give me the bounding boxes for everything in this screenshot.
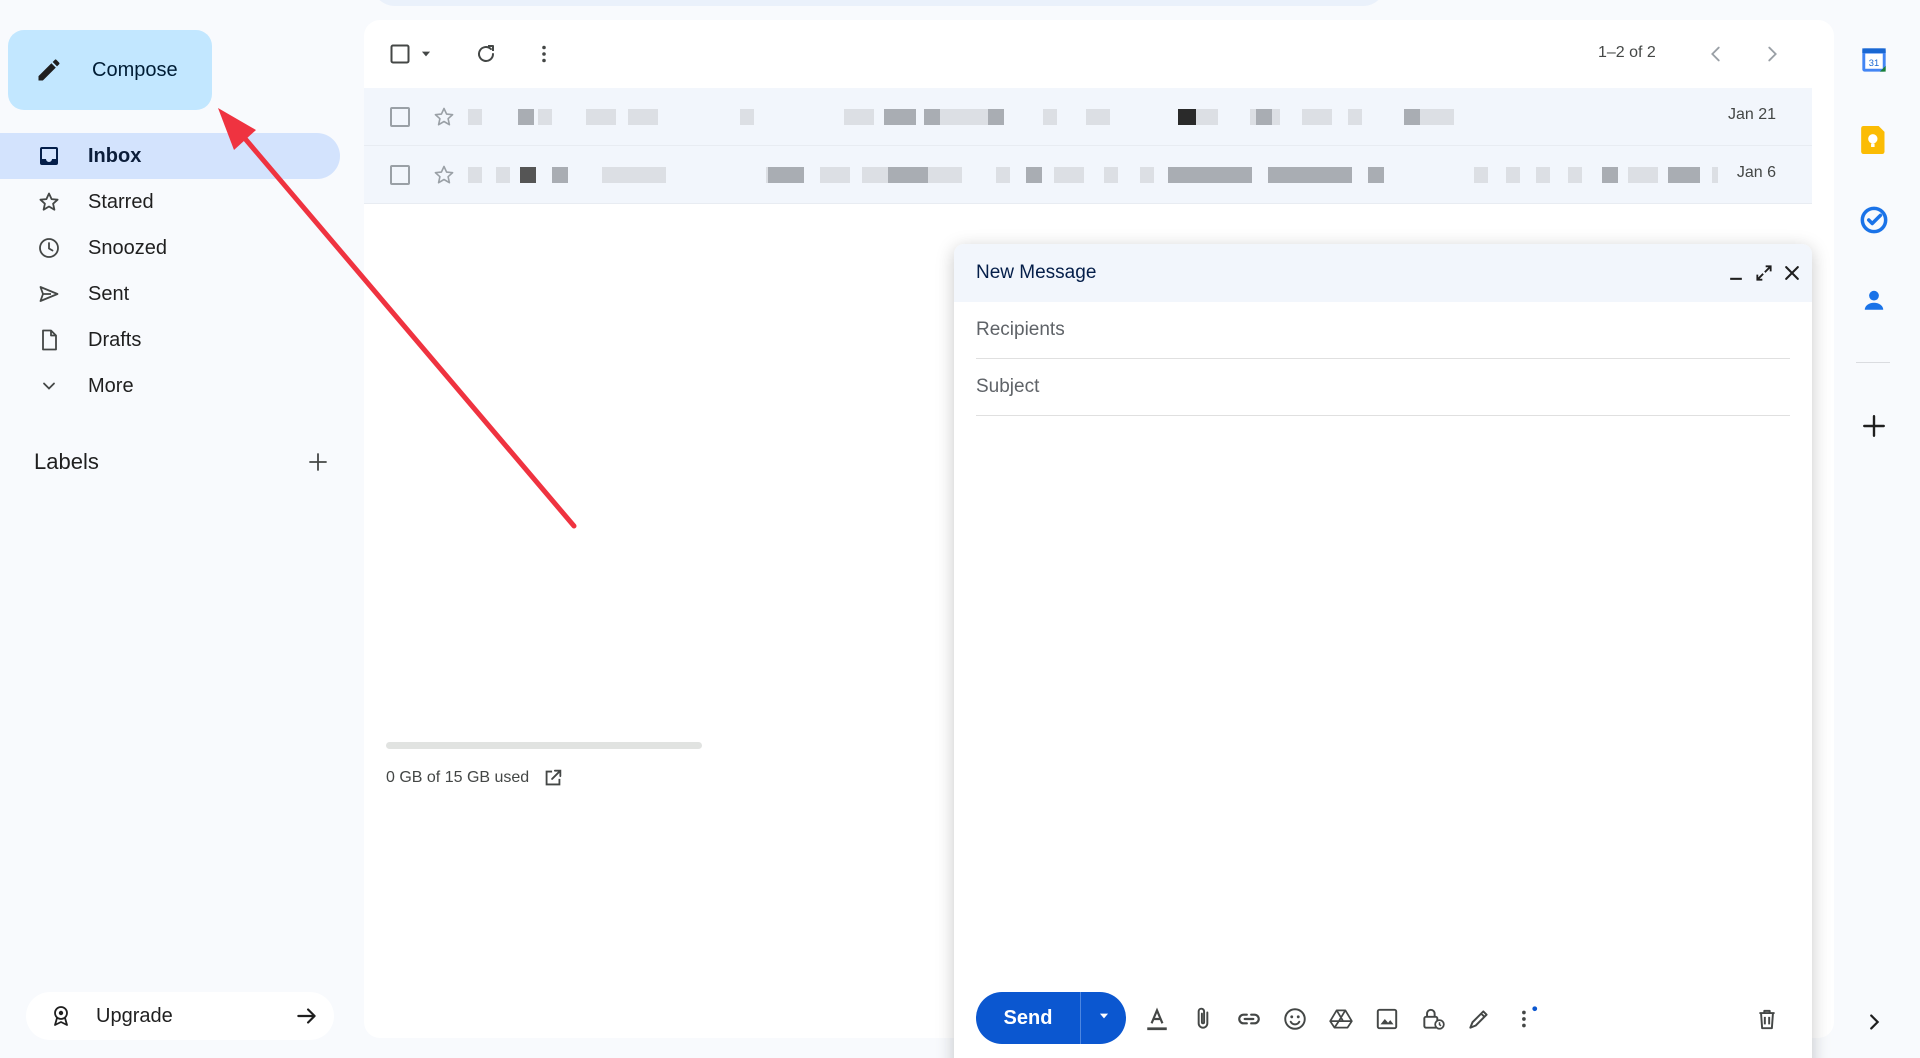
more-options-icon[interactable] xyxy=(1510,1004,1540,1034)
compose-label: Compose xyxy=(92,58,178,81)
storage-bar xyxy=(386,742,702,749)
subject-row xyxy=(976,359,1790,416)
arrow-right-icon xyxy=(294,1003,320,1029)
labels-title: Labels xyxy=(34,449,99,474)
send-icon xyxy=(36,281,62,307)
labels-header: Labels xyxy=(34,446,334,478)
more-vert-icon[interactable] xyxy=(530,40,558,68)
send-options-button[interactable] xyxy=(1080,992,1126,1044)
text-format-icon[interactable] xyxy=(1142,1004,1172,1034)
refresh-icon[interactable] xyxy=(472,40,500,68)
row-checkbox[interactable] xyxy=(390,165,410,185)
chevron-left-icon[interactable] xyxy=(1702,40,1730,68)
trash-icon[interactable] xyxy=(1752,1004,1782,1034)
compose-window: New Message Send xyxy=(954,244,1812,1058)
sidebar-item-drafts[interactable]: Drafts xyxy=(0,317,340,363)
rail-divider xyxy=(1856,362,1890,363)
search-bar[interactable] xyxy=(372,0,1386,6)
storage-text: 0 GB of 15 GB used xyxy=(386,769,530,786)
expand-icon[interactable] xyxy=(1752,261,1776,285)
pencil-icon xyxy=(34,55,64,85)
sidebar-item-more[interactable]: More xyxy=(0,363,340,409)
storage-usage: 0 GB of 15 GB used xyxy=(386,742,702,790)
recipients-row xyxy=(976,302,1790,359)
photo-icon[interactable] xyxy=(1372,1004,1402,1034)
sidebar-item-label: Drafts xyxy=(88,328,142,351)
redacted-content xyxy=(468,109,1454,125)
mail-row[interactable]: Jan 6 xyxy=(364,146,1812,204)
star-icon[interactable] xyxy=(430,161,458,189)
compose-button[interactable]: Compose xyxy=(8,30,212,110)
contacts-icon[interactable] xyxy=(1858,284,1890,316)
clock-icon xyxy=(36,235,62,261)
tasks-icon[interactable] xyxy=(1858,204,1890,236)
recipients-input[interactable] xyxy=(976,319,1790,341)
compose-header[interactable]: New Message xyxy=(954,244,1812,302)
chevron-right-icon[interactable] xyxy=(1858,1006,1890,1038)
compose-title: New Message xyxy=(976,262,1097,283)
row-checkbox[interactable] xyxy=(390,107,410,127)
mail-toolbar: 1–2 of 2 xyxy=(364,20,1834,88)
redacted-content xyxy=(468,167,1718,183)
drive-icon[interactable] xyxy=(1326,1004,1356,1034)
add-app-plus-icon[interactable] xyxy=(1858,410,1890,442)
sidebar-item-label: More xyxy=(88,374,134,397)
keep-icon[interactable] xyxy=(1858,124,1890,156)
confidential-lock-icon[interactable] xyxy=(1418,1004,1448,1034)
draft-icon xyxy=(36,327,62,353)
sidebar-item-sent[interactable]: Sent xyxy=(0,271,340,317)
upgrade-button[interactable]: Upgrade xyxy=(26,992,334,1040)
upgrade-label: Upgrade xyxy=(96,1004,173,1027)
attach-icon[interactable] xyxy=(1188,1004,1218,1034)
select-all-checkbox[interactable] xyxy=(386,40,414,68)
sidebar-item-label: Sent xyxy=(88,282,130,305)
sidebar-item-snoozed[interactable]: Snoozed xyxy=(0,225,340,271)
calendar-icon[interactable]: 31 xyxy=(1858,44,1890,76)
chevron-right-icon[interactable] xyxy=(1758,40,1786,68)
minimize-icon[interactable] xyxy=(1724,261,1748,285)
subject-input[interactable] xyxy=(976,376,1790,398)
emoji-icon[interactable] xyxy=(1280,1004,1310,1034)
sidebar-item-label: Inbox xyxy=(88,144,142,167)
caret-down-icon xyxy=(1097,1009,1111,1028)
mail-date: Jan 21 xyxy=(1727,106,1776,123)
link-icon[interactable] xyxy=(1234,1004,1264,1034)
sidebar-nav: Inbox Starred Snoozed Sent Drafts More xyxy=(0,133,340,409)
signature-pen-icon[interactable] xyxy=(1464,1004,1494,1034)
badge-icon xyxy=(48,1003,74,1029)
mail-row[interactable]: Jan 21 xyxy=(364,88,1812,146)
chevron-down-icon xyxy=(36,373,62,399)
calendar-day: 31 xyxy=(1869,58,1879,68)
sidebar-item-inbox[interactable]: Inbox xyxy=(0,133,340,179)
send-button[interactable]: Send xyxy=(976,992,1080,1044)
plus-icon[interactable] xyxy=(302,446,334,478)
open-in-new-icon[interactable] xyxy=(541,766,565,790)
sidebar-item-label: Snoozed xyxy=(88,236,167,259)
sidebar-item-starred[interactable]: Starred xyxy=(0,179,340,225)
pagination-text: 1–2 of 2 xyxy=(1598,44,1656,61)
sidebar-item-label: Starred xyxy=(88,190,154,213)
star-icon[interactable] xyxy=(430,103,458,131)
caret-down-icon[interactable] xyxy=(416,40,436,68)
mail-date: Jan 6 xyxy=(1736,164,1776,181)
star-icon xyxy=(36,189,62,215)
send-group: Send xyxy=(976,992,1126,1044)
close-icon[interactable] xyxy=(1780,261,1804,285)
inbox-icon xyxy=(36,143,62,169)
